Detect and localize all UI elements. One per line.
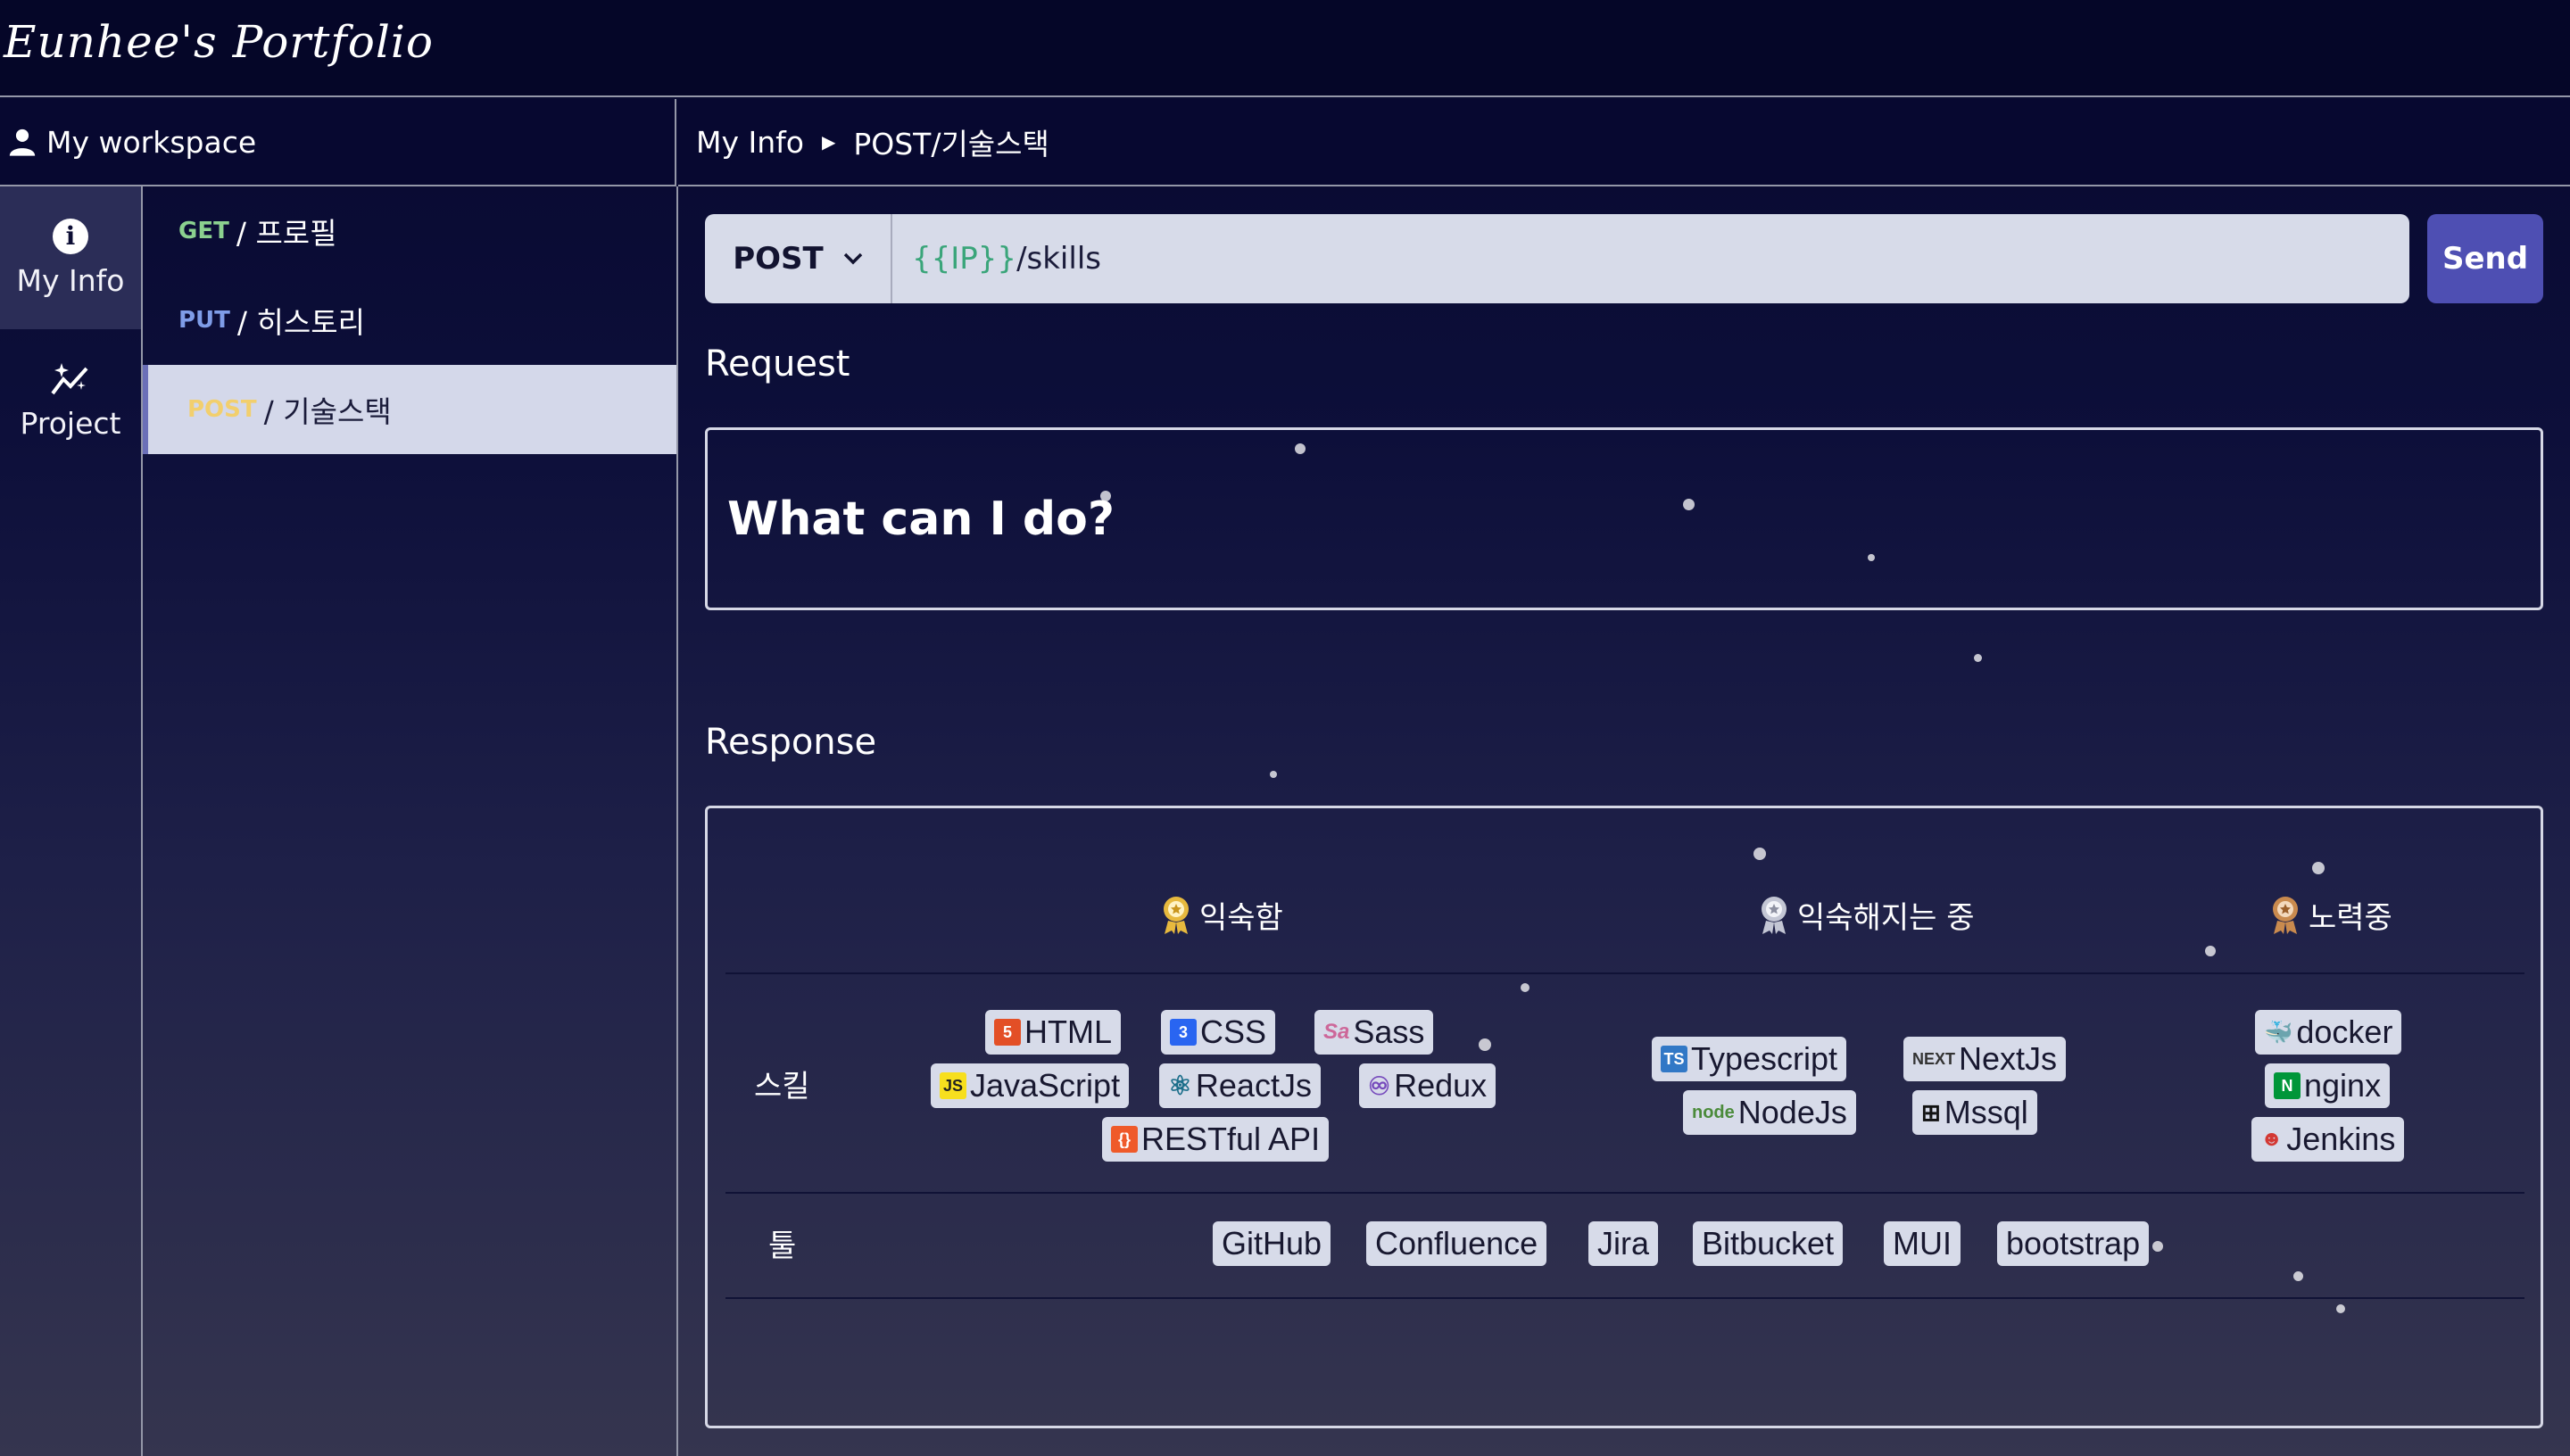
workspace-bar[interactable]: My workspace: [0, 99, 676, 186]
request-body-text: What can I do?: [727, 492, 1115, 546]
app-header: Eunhee's Portfolio: [0, 0, 2570, 97]
method-badge: GET: [178, 218, 229, 244]
user-icon: [9, 128, 36, 156]
endpoint-item-post-skills[interactable]: POST / 기술스택: [143, 365, 676, 454]
react-icon: ⚛: [1168, 1071, 1192, 1101]
nginx-icon: N: [2274, 1072, 2301, 1099]
skill-tag-nextjs: NEXT NextJs: [1903, 1037, 2067, 1081]
skill-tag-html: 5 HTML: [985, 1010, 1121, 1055]
skill-tag-nginx: N nginx: [2265, 1063, 2391, 1108]
html5-icon: 5: [994, 1019, 1021, 1046]
typescript-icon: TS: [1661, 1046, 1687, 1072]
rail-item-label: Project: [20, 405, 121, 441]
endpoint-item-put-history[interactable]: PUT / 히스토리: [143, 276, 676, 365]
api-icon: {}: [1111, 1126, 1138, 1153]
request-title: Request: [705, 343, 850, 385]
column-header-label: 노력중: [2309, 900, 2392, 936]
table-divider: [725, 972, 2524, 974]
portfolio-logo[interactable]: Eunhee's Portfolio: [4, 16, 434, 68]
skill-tag-css: 3 CSS: [1161, 1010, 1276, 1055]
skill-tag-nodejs: node NodeJs: [1683, 1090, 1856, 1135]
table-divider: [725, 1192, 2524, 1194]
url-box: POST {{IP}} /skills: [705, 214, 2409, 303]
windows-icon: ⊞: [1921, 1098, 1941, 1126]
sass-icon: Sa: [1323, 1020, 1350, 1044]
skill-tag-reactjs: ⚛ ReactJs: [1159, 1063, 1321, 1108]
row-label-skill: 스킬: [754, 1069, 810, 1104]
rail-item-my-info[interactable]: i My Info: [0, 186, 141, 329]
skill-tag-typescript: TS Typescript: [1652, 1037, 1847, 1081]
response-title: Response: [705, 722, 877, 763]
star-decoration: [1270, 771, 1277, 778]
nextjs-icon: NEXT: [1912, 1049, 1956, 1068]
method-select-value: POST: [733, 241, 824, 277]
skill-tag-mssql: ⊞ Mssql: [1912, 1090, 2037, 1135]
endpoint-path: / 프로필: [236, 216, 337, 251]
endpoint-path: / 히스토리: [236, 305, 365, 340]
bronze-medal-icon: [2273, 896, 2298, 934]
request-url-bar: POST {{IP}} /skills Send: [705, 214, 2543, 303]
column-header-label: 익숙함: [1199, 900, 1283, 936]
skill-tag-sass: Sa Sass: [1314, 1010, 1434, 1055]
jenkins-icon: ☻: [2260, 1127, 2284, 1151]
tool-tag-github: GitHub: [1213, 1221, 1331, 1266]
javascript-icon: JS: [940, 1072, 966, 1099]
tool-tag-bootstrap: bootstrap: [1997, 1221, 2150, 1266]
response-table: 익숙함 익숙해지는 중 노력중 스킬 5 HTML 3 CSS Sa Sass …: [705, 806, 2543, 1428]
row-label-tool: 툴: [768, 1228, 797, 1264]
sparkle-chart-icon: [51, 362, 88, 394]
tool-tag-confluence: Confluence: [1366, 1221, 1547, 1266]
method-badge: POST: [187, 396, 257, 423]
breadcrumb-item-current: POST/기술스택: [853, 127, 1049, 161]
silver-medal-icon: [1762, 896, 1787, 934]
send-button[interactable]: Send: [2427, 214, 2543, 303]
tool-tag-mui: MUI: [1884, 1221, 1961, 1266]
column-header-label: 익숙해지는 중: [1797, 900, 1975, 936]
skill-tag-javascript: JS JavaScript: [931, 1063, 1130, 1108]
endpoint-item-get-profile[interactable]: GET / 프로필: [143, 186, 676, 276]
request-body-box: What can I do?: [705, 427, 2543, 610]
endpoint-list: GET / 프로필 PUT / 히스토리 POST / 기술스택: [143, 186, 678, 1456]
gold-medal-icon: [1164, 896, 1189, 934]
tool-tag-bitbucket: Bitbucket: [1693, 1221, 1844, 1266]
url-variable: {{IP}}: [912, 241, 1017, 277]
column-header-familiar: 익숙함: [1160, 893, 1283, 937]
css3-icon: 3: [1170, 1019, 1197, 1046]
tool-tag-jira: Jira: [1588, 1221, 1659, 1266]
rail-item-label: My Info: [16, 262, 125, 298]
breadcrumb: My Info ▶ POST/기술스택: [678, 99, 2570, 186]
skill-tag-docker: 🐳 docker: [2255, 1010, 2402, 1055]
docker-icon: 🐳: [2264, 1018, 2293, 1046]
endpoint-path: / 기술스택: [263, 394, 392, 429]
table-divider: [725, 1297, 2524, 1299]
rail-item-project[interactable]: Project: [0, 329, 141, 472]
breadcrumb-item-my-info[interactable]: My Info: [696, 125, 804, 160]
redux-icon: ♾: [1368, 1071, 1391, 1100]
method-select[interactable]: POST: [705, 214, 892, 303]
skill-tag-restful-api: {} RESTful API: [1102, 1117, 1330, 1162]
url-input[interactable]: {{IP}} /skills: [892, 214, 2409, 303]
method-badge: PUT: [178, 307, 230, 334]
nodejs-icon: node: [1692, 1102, 1735, 1122]
caret-right-icon: ▶: [821, 131, 836, 153]
chevron-down-icon: [843, 252, 862, 265]
column-header-learning: 익숙해지는 중: [1758, 893, 1975, 937]
column-header-trying: 노력중: [2269, 893, 2392, 937]
info-icon: i: [53, 218, 88, 254]
url-path: /skills: [1016, 241, 1101, 277]
star-decoration: [1974, 654, 1982, 662]
skill-tag-jenkins: ☻ Jenkins: [2251, 1117, 2405, 1162]
skill-tag-redux: ♾ Redux: [1359, 1063, 1496, 1108]
workspace-label: My workspace: [46, 124, 257, 160]
side-rail: i My Info Project: [0, 186, 143, 1456]
